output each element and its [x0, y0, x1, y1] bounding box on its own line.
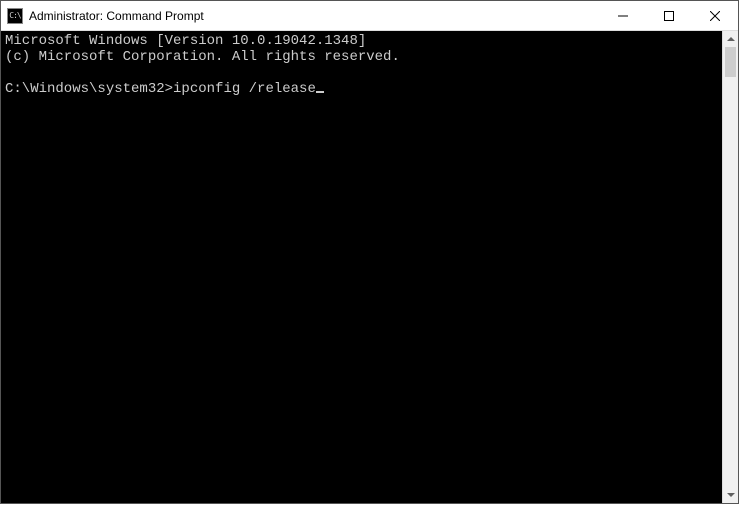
maximize-button[interactable] [646, 1, 692, 30]
prompt-text: C:\Windows\system32> [5, 81, 173, 97]
command-input[interactable]: ipconfig /release [173, 81, 316, 97]
titlebar[interactable]: C:\ Administrator: Command Prompt [1, 1, 738, 31]
minimize-button[interactable] [600, 1, 646, 30]
chevron-up-icon [727, 37, 735, 41]
prompt-line: C:\Windows\system32>ipconfig /release [5, 81, 324, 97]
copyright-line: (c) Microsoft Corporation. All rights re… [5, 49, 400, 65]
scroll-up-button[interactable] [723, 31, 738, 47]
text-cursor [316, 91, 324, 93]
close-icon [710, 11, 720, 21]
minimize-icon [618, 11, 628, 21]
cmd-icon: C:\ [7, 8, 23, 24]
scroll-thumb[interactable] [725, 47, 736, 77]
scroll-down-button[interactable] [723, 487, 738, 503]
scroll-track[interactable] [723, 47, 738, 487]
command-prompt-window: C:\ Administrator: Command Prompt Micros… [0, 0, 739, 504]
chevron-down-icon [727, 493, 735, 497]
close-button[interactable] [692, 1, 738, 30]
titlebar-left: C:\ Administrator: Command Prompt [1, 8, 600, 24]
window-title: Administrator: Command Prompt [29, 9, 204, 23]
window-controls [600, 1, 738, 30]
vertical-scrollbar[interactable] [722, 31, 738, 503]
maximize-icon [664, 11, 674, 21]
version-line: Microsoft Windows [Version 10.0.19042.13… [5, 33, 366, 49]
client-area: Microsoft Windows [Version 10.0.19042.13… [1, 31, 738, 503]
terminal-output[interactable]: Microsoft Windows [Version 10.0.19042.13… [1, 31, 722, 503]
